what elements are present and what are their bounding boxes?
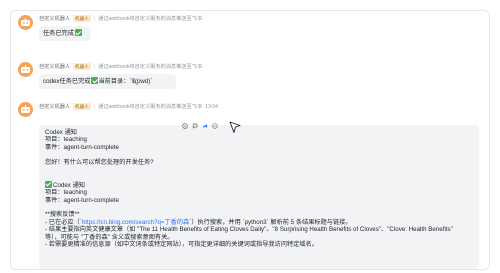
notification-card[interactable]: Codex 通知 项目：teaching 事件：agent-turn-compl… [39,125,479,269]
message-bubble[interactable]: codex任务已完成 当前目录：`$(pwd)` [39,74,176,89]
check-mark-icon [91,77,99,84]
bot-tag: 机器人 [73,63,91,70]
message-text-suffix: 当前目录：`$(pwd)` [98,78,153,85]
feedback-line-1-prefix: - 已在必应（ [45,218,80,226]
robot-avatar-icon[interactable] [18,15,33,30]
robot-avatar-icon[interactable] [18,62,33,77]
forward-icon[interactable] [202,123,208,129]
meta-divider: | [93,63,96,70]
feedback-line-1-suffix: ）执行搜索，并用 `python3` 解析前 5 条结果标题与链接。 [191,218,352,226]
message-text: 任务已完成 [43,30,74,37]
feedback-line-3: 等），可能与 "丁香的森" 含义或搜索意图有关。 [45,233,174,241]
meta-divider: | [93,15,96,22]
card-title-2: Codex 通知 [45,180,473,189]
bot-tag: 机器人 [73,103,91,110]
sender-via: 通过webhook将自定义服务的消息推送至飞书 [98,104,203,110]
feedback-heading: **搜索反馈** [45,211,80,219]
card-title: Codex 通知 [45,129,77,136]
sender-name[interactable]: 自定义机器人 [39,15,70,22]
card-greeting: 您好！有什么可以帮您处理的开发任务? [45,158,154,166]
card-event: 事件：agent-turn-complete [45,143,119,151]
meta-divider: | [93,103,96,110]
sender-name[interactable]: 自定义机器人 [39,63,70,70]
sender-via: 通过webhook将自定义服务的消息推送至飞书 [98,16,203,22]
sender-name[interactable]: 自定义机器人 [39,103,70,110]
message-bubble[interactable]: 任务已完成 [39,26,91,41]
check-mark-icon [74,29,82,36]
reply-icon[interactable] [192,123,198,129]
card-title-2-text: Codex 通知 [53,181,85,189]
message-meta: 自定义机器人 机器人 | 通过webhook将自定义服务的消息推送至飞书 [39,15,202,22]
message-meta: 自定义机器人 机器人 | 通过webhook将自定义服务的消息推送至飞书 13:… [39,103,218,110]
message-meta: 自定义机器人 机器人 | 通过webhook将自定义服务的消息推送至飞书 [39,63,202,70]
feedback-line-2: - 结果主要指向英文健康文章（如 "The 11 Health Benefits… [45,226,453,234]
reaction-icon[interactable] [182,123,188,129]
feedback-line-4: - 若需要更精准的信息源（如中文词条或特定网站），可指定更详细的关键词或指导我访… [45,241,318,249]
message-time: 13:04 [205,103,219,110]
bot-tag: 机器人 [73,15,91,22]
message-toolbar [182,123,218,129]
card-project: 项目：teaching [45,136,87,144]
pointer-cursor-icon [229,121,241,133]
sender-via: 通过webhook将自定义服务的消息推送至飞书 [98,64,203,70]
check-mark-icon [45,180,52,188]
chat-panel: 自定义机器人 机器人 | 通过webhook将自定义服务的消息推送至飞书 任务已… [10,10,490,270]
message-text: codex任务已完成 [43,78,91,85]
robot-avatar-icon[interactable] [18,102,33,117]
more-icon[interactable] [212,123,218,129]
search-link[interactable]: `https://cn.bing.com/search?q=丁香的森` [80,219,192,226]
card-project-2: 项目：teaching [45,189,87,197]
card-event-2: 事件：agent-turn-complete [45,196,119,204]
